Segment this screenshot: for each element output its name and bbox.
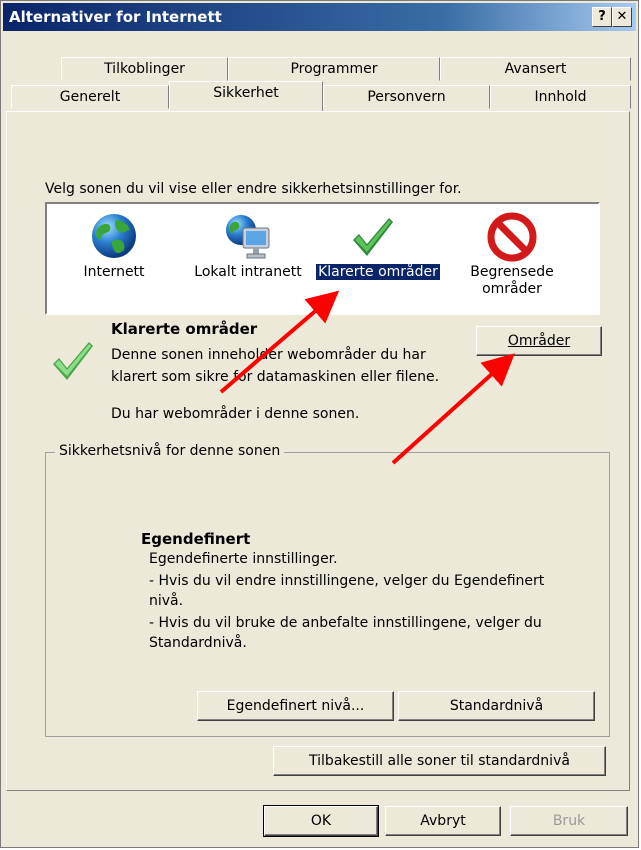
security-level-line1: Egendefinerte innstillinger. <box>149 551 338 567</box>
selected-zone-desc-line2: klarert som sikre for datamaskinen eller… <box>111 369 440 385</box>
security-level-line3: nivå. <box>149 593 184 609</box>
sites-button[interactable]: Områder <box>476 326 602 356</box>
tab-sikkerhet[interactable]: Sikkerhet <box>169 81 323 111</box>
selected-zone-desc-line1: Denne sonen inneholder webområder du har <box>111 347 426 363</box>
ok-button[interactable]: OK <box>263 805 379 837</box>
zone-trusted[interactable] <box>337 212 407 268</box>
selected-zone-checkmark-icon <box>47 336 97 386</box>
restricted-sign-icon <box>487 212 537 262</box>
selected-zone-status: Du har webområder i denne sonen. <box>111 406 360 422</box>
security-level-line5: Standardnivå. <box>149 635 247 651</box>
zone-prompt: Velg sonen du vil vise eller endre sikke… <box>45 181 462 197</box>
globe-icon <box>90 212 138 260</box>
zone-internet[interactable] <box>69 212 159 266</box>
intranet-computer-icon <box>223 212 273 262</box>
zone-intranet-label-wrap: Lokalt intranett <box>183 264 313 281</box>
close-button[interactable]: ✕ <box>612 7 632 27</box>
zone-list[interactable]: Internett Lokalt intranett Klarerte områ… <box>45 202 600 315</box>
tab-programmer[interactable]: Programmer <box>228 57 440 81</box>
security-level-line4: - Hvis du vil bruke de anbefalte innstil… <box>149 615 542 631</box>
window-title: Alternativer for Internett <box>9 8 222 26</box>
zone-trusted-label: Klarerte områder <box>315 263 441 281</box>
zone-trusted-label-wrap: Klarerte områder <box>313 263 443 281</box>
internet-options-dialog: Alternativer for Internett ? ✕ Tilkoblin… <box>0 0 639 848</box>
tab-personvern[interactable]: Personvern <box>323 85 490 109</box>
reset-all-zones-button[interactable]: Tilbakestill alle soner til standardnivå <box>273 746 606 776</box>
security-level-title: Egendefinert <box>141 530 251 548</box>
security-level-line2: - Hvis du vil endre innstillingene, velg… <box>149 573 545 589</box>
security-level-label: Sikkerhetsnivå for denne sonen <box>55 443 285 459</box>
title-bar[interactable]: Alternativer for Internett ? ✕ <box>3 3 636 31</box>
cancel-button[interactable]: Avbryt <box>385 806 501 836</box>
zone-restricted-label-wrap: Begrensede områder <box>452 264 572 298</box>
tab-innhold[interactable]: Innhold <box>490 85 631 109</box>
tab-generelt[interactable]: Generelt <box>11 85 169 109</box>
zone-intranet-label: Lokalt intranett <box>194 264 302 280</box>
zone-intranet[interactable] <box>187 212 309 268</box>
tab-avansert[interactable]: Avansert <box>440 57 631 81</box>
default-level-button[interactable]: Standardnivå <box>398 691 595 721</box>
zone-internet-label-wrap: Internett <box>69 264 159 281</box>
apply-button[interactable]: Bruk <box>510 806 628 836</box>
help-button[interactable]: ? <box>592 7 612 27</box>
zone-internet-label: Internett <box>83 264 145 280</box>
sites-button-label: Områder <box>507 333 571 349</box>
custom-level-button[interactable]: Egendefinert nivå... <box>197 691 394 721</box>
selected-zone-title: Klarerte områder <box>111 320 258 338</box>
green-checkmark-icon <box>347 212 397 262</box>
zone-restricted-label-line1: Begrensede <box>470 264 554 280</box>
tab-tilkoblinger[interactable]: Tilkoblinger <box>61 57 228 81</box>
zone-restricted[interactable] <box>457 212 567 268</box>
zone-restricted-label-line2: områder <box>482 281 542 297</box>
